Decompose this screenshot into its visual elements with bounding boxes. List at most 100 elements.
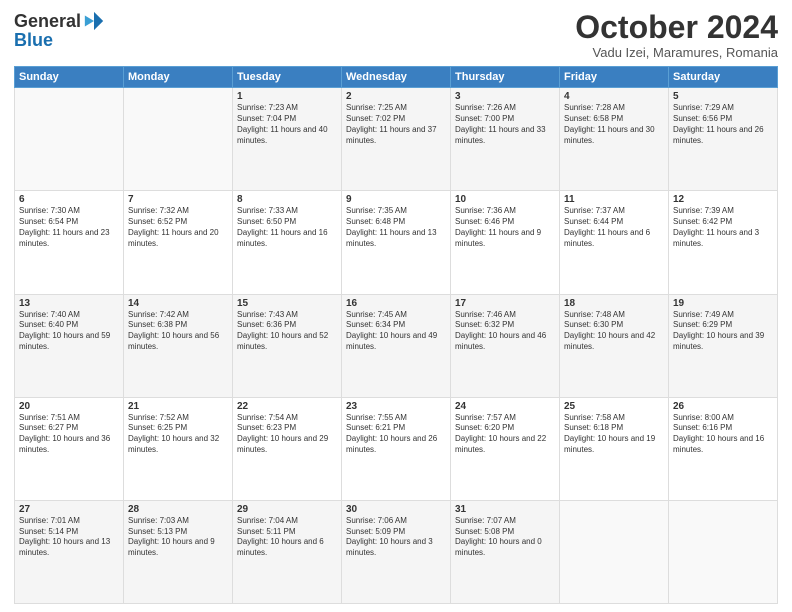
day-info: Sunrise: 7:52 AM Sunset: 6:25 PM Dayligh…	[128, 413, 228, 456]
day-info: Sunrise: 7:25 AM Sunset: 7:02 PM Dayligh…	[346, 103, 446, 146]
calendar-cell: 25Sunrise: 7:58 AM Sunset: 6:18 PM Dayli…	[560, 397, 669, 500]
day-number: 7	[128, 194, 228, 205]
day-info: Sunrise: 7:06 AM Sunset: 5:09 PM Dayligh…	[346, 516, 446, 559]
day-number: 21	[128, 401, 228, 412]
day-info: Sunrise: 7:48 AM Sunset: 6:30 PM Dayligh…	[564, 310, 664, 353]
day-info: Sunrise: 7:39 AM Sunset: 6:42 PM Dayligh…	[673, 206, 773, 249]
calendar-cell: 7Sunrise: 7:32 AM Sunset: 6:52 PM Daylig…	[124, 191, 233, 294]
location: Vadu Izei, Maramures, Romania	[575, 45, 778, 60]
day-number: 27	[19, 504, 119, 515]
day-number: 17	[455, 298, 555, 309]
day-info: Sunrise: 7:49 AM Sunset: 6:29 PM Dayligh…	[673, 310, 773, 353]
day-number: 12	[673, 194, 773, 205]
calendar-cell	[124, 88, 233, 191]
day-info: Sunrise: 7:36 AM Sunset: 6:46 PM Dayligh…	[455, 206, 555, 249]
calendar-cell	[669, 500, 778, 603]
header: General Blue October 2024 Vadu Izei, Mar…	[14, 10, 778, 60]
weekday-header-tuesday: Tuesday	[233, 67, 342, 88]
day-info: Sunrise: 7:28 AM Sunset: 6:58 PM Dayligh…	[564, 103, 664, 146]
day-number: 29	[237, 504, 337, 515]
day-number: 13	[19, 298, 119, 309]
day-number: 10	[455, 194, 555, 205]
calendar-cell: 24Sunrise: 7:57 AM Sunset: 6:20 PM Dayli…	[451, 397, 560, 500]
calendar-table: SundayMondayTuesdayWednesdayThursdayFrid…	[14, 66, 778, 604]
day-number: 24	[455, 401, 555, 412]
day-number: 6	[19, 194, 119, 205]
calendar-cell: 31Sunrise: 7:07 AM Sunset: 5:08 PM Dayli…	[451, 500, 560, 603]
logo: General Blue	[14, 10, 105, 51]
logo-blue-text: Blue	[14, 30, 53, 51]
day-info: Sunrise: 7:43 AM Sunset: 6:36 PM Dayligh…	[237, 310, 337, 353]
calendar-cell: 6Sunrise: 7:30 AM Sunset: 6:54 PM Daylig…	[15, 191, 124, 294]
calendar-cell: 10Sunrise: 7:36 AM Sunset: 6:46 PM Dayli…	[451, 191, 560, 294]
day-number: 11	[564, 194, 664, 205]
day-info: Sunrise: 7:51 AM Sunset: 6:27 PM Dayligh…	[19, 413, 119, 456]
weekday-header-monday: Monday	[124, 67, 233, 88]
week-row-5: 27Sunrise: 7:01 AM Sunset: 5:14 PM Dayli…	[15, 500, 778, 603]
weekday-header-wednesday: Wednesday	[342, 67, 451, 88]
day-info: Sunrise: 7:03 AM Sunset: 5:13 PM Dayligh…	[128, 516, 228, 559]
day-number: 15	[237, 298, 337, 309]
day-number: 5	[673, 91, 773, 102]
week-row-2: 6Sunrise: 7:30 AM Sunset: 6:54 PM Daylig…	[15, 191, 778, 294]
calendar-cell: 21Sunrise: 7:52 AM Sunset: 6:25 PM Dayli…	[124, 397, 233, 500]
calendar-cell: 2Sunrise: 7:25 AM Sunset: 7:02 PM Daylig…	[342, 88, 451, 191]
day-info: Sunrise: 7:07 AM Sunset: 5:08 PM Dayligh…	[455, 516, 555, 559]
day-info: Sunrise: 7:23 AM Sunset: 7:04 PM Dayligh…	[237, 103, 337, 146]
calendar-cell: 18Sunrise: 7:48 AM Sunset: 6:30 PM Dayli…	[560, 294, 669, 397]
title-block: October 2024 Vadu Izei, Maramures, Roman…	[575, 10, 778, 60]
day-info: Sunrise: 7:35 AM Sunset: 6:48 PM Dayligh…	[346, 206, 446, 249]
day-number: 4	[564, 91, 664, 102]
day-number: 22	[237, 401, 337, 412]
day-number: 2	[346, 91, 446, 102]
day-info: Sunrise: 7:30 AM Sunset: 6:54 PM Dayligh…	[19, 206, 119, 249]
month-title: October 2024	[575, 10, 778, 45]
calendar-cell: 4Sunrise: 7:28 AM Sunset: 6:58 PM Daylig…	[560, 88, 669, 191]
day-number: 28	[128, 504, 228, 515]
day-info: Sunrise: 7:54 AM Sunset: 6:23 PM Dayligh…	[237, 413, 337, 456]
day-info: Sunrise: 8:00 AM Sunset: 6:16 PM Dayligh…	[673, 413, 773, 456]
day-info: Sunrise: 7:40 AM Sunset: 6:40 PM Dayligh…	[19, 310, 119, 353]
calendar-cell	[15, 88, 124, 191]
day-number: 8	[237, 194, 337, 205]
calendar-cell: 28Sunrise: 7:03 AM Sunset: 5:13 PM Dayli…	[124, 500, 233, 603]
weekday-header-sunday: Sunday	[15, 67, 124, 88]
calendar-cell	[560, 500, 669, 603]
day-info: Sunrise: 7:55 AM Sunset: 6:21 PM Dayligh…	[346, 413, 446, 456]
day-number: 16	[346, 298, 446, 309]
calendar-cell: 22Sunrise: 7:54 AM Sunset: 6:23 PM Dayli…	[233, 397, 342, 500]
weekday-header-friday: Friday	[560, 67, 669, 88]
calendar-cell: 15Sunrise: 7:43 AM Sunset: 6:36 PM Dayli…	[233, 294, 342, 397]
calendar-cell: 30Sunrise: 7:06 AM Sunset: 5:09 PM Dayli…	[342, 500, 451, 603]
week-row-3: 13Sunrise: 7:40 AM Sunset: 6:40 PM Dayli…	[15, 294, 778, 397]
day-info: Sunrise: 7:32 AM Sunset: 6:52 PM Dayligh…	[128, 206, 228, 249]
calendar-cell: 16Sunrise: 7:45 AM Sunset: 6:34 PM Dayli…	[342, 294, 451, 397]
day-number: 31	[455, 504, 555, 515]
day-info: Sunrise: 7:45 AM Sunset: 6:34 PM Dayligh…	[346, 310, 446, 353]
day-number: 14	[128, 298, 228, 309]
calendar-cell: 19Sunrise: 7:49 AM Sunset: 6:29 PM Dayli…	[669, 294, 778, 397]
day-info: Sunrise: 7:58 AM Sunset: 6:18 PM Dayligh…	[564, 413, 664, 456]
weekday-header-row: SundayMondayTuesdayWednesdayThursdayFrid…	[15, 67, 778, 88]
day-number: 9	[346, 194, 446, 205]
calendar-cell: 29Sunrise: 7:04 AM Sunset: 5:11 PM Dayli…	[233, 500, 342, 603]
calendar-cell: 11Sunrise: 7:37 AM Sunset: 6:44 PM Dayli…	[560, 191, 669, 294]
day-number: 20	[19, 401, 119, 412]
calendar-cell: 3Sunrise: 7:26 AM Sunset: 7:00 PM Daylig…	[451, 88, 560, 191]
calendar-cell: 26Sunrise: 8:00 AM Sunset: 6:16 PM Dayli…	[669, 397, 778, 500]
day-number: 30	[346, 504, 446, 515]
day-number: 1	[237, 91, 337, 102]
calendar-cell: 1Sunrise: 7:23 AM Sunset: 7:04 PM Daylig…	[233, 88, 342, 191]
weekday-header-saturday: Saturday	[669, 67, 778, 88]
day-info: Sunrise: 7:37 AM Sunset: 6:44 PM Dayligh…	[564, 206, 664, 249]
day-info: Sunrise: 7:01 AM Sunset: 5:14 PM Dayligh…	[19, 516, 119, 559]
day-info: Sunrise: 7:57 AM Sunset: 6:20 PM Dayligh…	[455, 413, 555, 456]
calendar-cell: 20Sunrise: 7:51 AM Sunset: 6:27 PM Dayli…	[15, 397, 124, 500]
day-number: 23	[346, 401, 446, 412]
day-info: Sunrise: 7:33 AM Sunset: 6:50 PM Dayligh…	[237, 206, 337, 249]
calendar-cell: 5Sunrise: 7:29 AM Sunset: 6:56 PM Daylig…	[669, 88, 778, 191]
day-info: Sunrise: 7:29 AM Sunset: 6:56 PM Dayligh…	[673, 103, 773, 146]
day-number: 26	[673, 401, 773, 412]
week-row-1: 1Sunrise: 7:23 AM Sunset: 7:04 PM Daylig…	[15, 88, 778, 191]
day-info: Sunrise: 7:26 AM Sunset: 7:00 PM Dayligh…	[455, 103, 555, 146]
